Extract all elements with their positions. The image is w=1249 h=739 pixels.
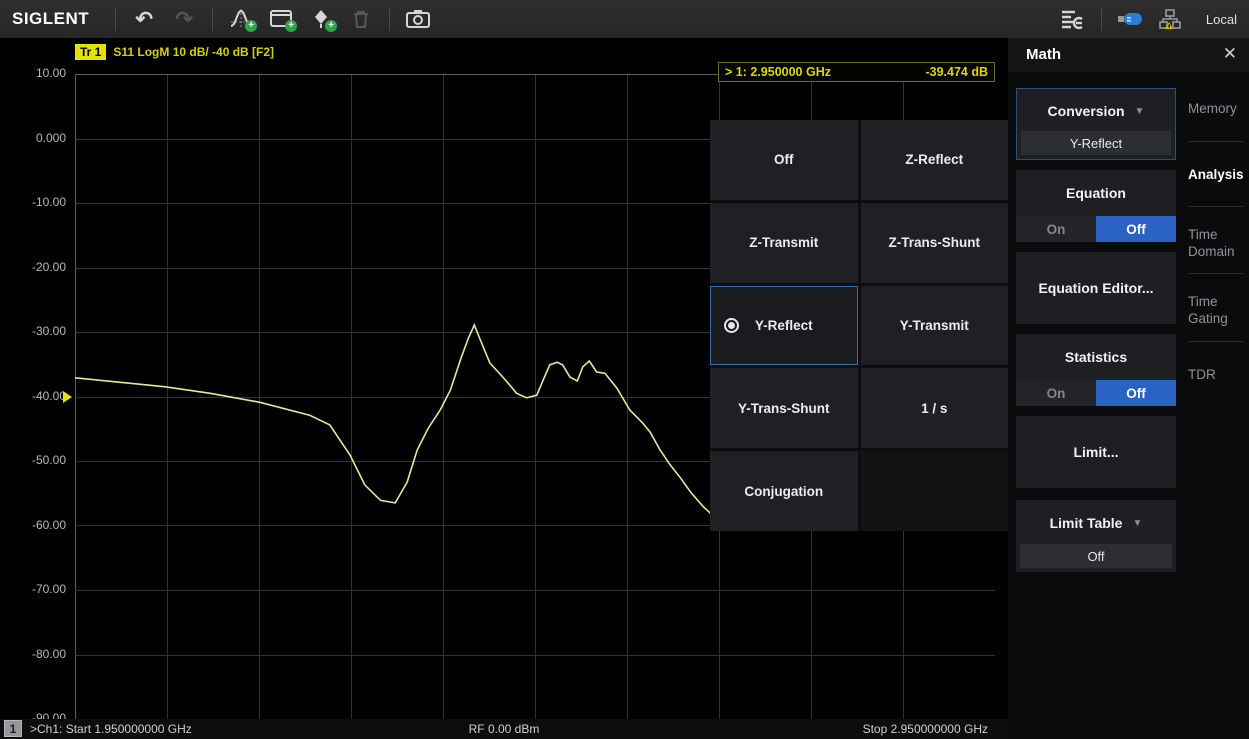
tab-divider bbox=[1188, 206, 1243, 207]
popup-option-label: Y-Transmit bbox=[900, 318, 969, 333]
toolbar-divider bbox=[115, 7, 116, 31]
sidebar-title: Math bbox=[1026, 46, 1061, 63]
tab-divider bbox=[1188, 273, 1243, 274]
popup-option-label: Z-Transmit bbox=[749, 235, 818, 250]
tab-memory[interactable]: Memory bbox=[1188, 100, 1248, 117]
marker-frequency: > 1: 2.950000 GHz bbox=[725, 65, 831, 79]
limit-button[interactable]: Limit... bbox=[1016, 416, 1176, 488]
statistics-button[interactable]: Statistics On Off bbox=[1016, 334, 1176, 406]
statistics-off-option[interactable]: Off bbox=[1096, 380, 1176, 406]
popup-option-1-s[interactable]: 1 / s bbox=[861, 368, 1009, 448]
popup-option-y-reflect[interactable]: Y-Reflect bbox=[710, 286, 858, 366]
popup-option-y-transmit[interactable]: Y-Transmit bbox=[861, 286, 1009, 366]
conversion-label: Conversion bbox=[1048, 103, 1125, 119]
toolbar-divider bbox=[1101, 7, 1102, 31]
equation-button[interactable]: Equation On Off bbox=[1016, 170, 1176, 242]
popup-option-z-trans-shunt[interactable]: Z-Trans-Shunt bbox=[861, 203, 1009, 283]
rf-power-label: RF 0.00 dBm bbox=[0, 722, 1008, 736]
chevron-down-icon: ▼ bbox=[1132, 518, 1142, 529]
popup-option-y-trans-shunt[interactable]: Y-Trans-Shunt bbox=[710, 368, 858, 448]
limit-table-label: Limit Table bbox=[1050, 515, 1123, 531]
close-icon[interactable]: ✕ bbox=[1223, 44, 1237, 64]
popup-option-label: Y-Reflect bbox=[755, 318, 813, 333]
equation-toggle[interactable]: On Off bbox=[1016, 216, 1176, 242]
popup-option-label: 1 / s bbox=[921, 401, 947, 416]
conversion-popup-menu: Off Z-Reflect Z-Transmit Z-Trans-Shunt Y-Ref… bbox=[710, 120, 1008, 531]
popup-option-label: Conjugation bbox=[744, 484, 823, 499]
y-axis-tick-label: 10.00 bbox=[4, 66, 66, 80]
limit-label: Limit... bbox=[1016, 416, 1176, 488]
add-window-icon[interactable]: + bbox=[264, 4, 298, 34]
usb-icon[interactable] bbox=[1113, 4, 1147, 34]
trace-format-label: S11 LogM 10 dB/ -40 dB [F2] bbox=[113, 45, 274, 59]
statistics-on-option[interactable]: On bbox=[1016, 380, 1096, 406]
tab-divider bbox=[1188, 141, 1243, 142]
sidebar-tabs: Memory Analysis Time Domain Time Gating TDR bbox=[1182, 72, 1249, 739]
menu-collapse-icon[interactable] bbox=[1056, 4, 1090, 34]
reference-level-marker[interactable] bbox=[63, 391, 72, 403]
toolbar-divider bbox=[389, 7, 390, 31]
popup-option-conjugation[interactable]: Conjugation bbox=[710, 451, 858, 531]
top-toolbar: SIGLENT ↶ ↷ + + + Local bbox=[0, 0, 1249, 38]
popup-option-label: Y-Trans-Shunt bbox=[738, 401, 830, 416]
statistics-toggle[interactable]: On Off bbox=[1016, 380, 1176, 406]
limit-table-button[interactable]: Limit Table ▼ Off bbox=[1016, 500, 1176, 572]
y-axis-tick-label: -40.00 bbox=[4, 389, 66, 403]
redo-icon: ↷ bbox=[167, 4, 201, 34]
popup-cell-empty bbox=[861, 451, 1009, 531]
y-axis-tick-label: -80.00 bbox=[4, 647, 66, 661]
chevron-down-icon: ▼ bbox=[1135, 106, 1145, 117]
tab-divider bbox=[1188, 341, 1243, 342]
equation-label: Equation bbox=[1016, 170, 1176, 216]
popup-option-label: Off bbox=[774, 152, 794, 167]
tab-analysis[interactable]: Analysis bbox=[1188, 166, 1248, 183]
math-sidebar: Math ✕ Conversion ▼ Y-Reflect Equation On… bbox=[1008, 38, 1249, 739]
conversion-value: Y-Reflect bbox=[1021, 131, 1171, 155]
screenshot-icon[interactable] bbox=[401, 4, 435, 34]
popup-option-label: Z-Reflect bbox=[905, 152, 963, 167]
popup-option-z-transmit[interactable]: Z-Transmit bbox=[710, 203, 858, 283]
y-axis-tick-label: -70.00 bbox=[4, 582, 66, 596]
delete-trace-icon bbox=[344, 4, 378, 34]
radio-selected-icon bbox=[724, 318, 739, 333]
y-axis-tick-label: -30.00 bbox=[4, 324, 66, 338]
siglent-logo: SIGLENT bbox=[0, 9, 107, 29]
tab-time-gating[interactable]: Time Gating bbox=[1188, 293, 1248, 327]
undo-icon[interactable]: ↶ bbox=[127, 4, 161, 34]
sidebar-header: Math ✕ bbox=[1008, 38, 1249, 72]
limit-table-value: Off bbox=[1020, 544, 1172, 568]
trace-line bbox=[75, 325, 757, 518]
popup-option-label: Z-Trans-Shunt bbox=[889, 235, 981, 250]
equation-editor-label: Equation Editor... bbox=[1016, 252, 1176, 324]
add-trace-icon[interactable]: + bbox=[224, 4, 258, 34]
add-marker-icon[interactable]: + bbox=[304, 4, 338, 34]
popup-option-off[interactable]: Off bbox=[710, 120, 858, 200]
y-axis-tick-label: 0.000 bbox=[4, 131, 66, 145]
statistics-label: Statistics bbox=[1016, 334, 1176, 380]
lan-status-icon[interactable] bbox=[1153, 4, 1187, 34]
toolbar-divider bbox=[212, 7, 213, 31]
tab-tdr[interactable]: TDR bbox=[1188, 366, 1248, 383]
equation-editor-button[interactable]: Equation Editor... bbox=[1016, 252, 1176, 324]
marker-value: -39.474 dB bbox=[925, 65, 988, 79]
stop-frequency-label: Stop 2.950000000 GHz bbox=[863, 722, 988, 736]
trace-header[interactable]: Tr 1 S11 LogM 10 dB/ -40 dB [F2] bbox=[75, 44, 274, 60]
conversion-button[interactable]: Conversion ▼ Y-Reflect bbox=[1016, 88, 1176, 160]
popup-option-z-reflect[interactable]: Z-Reflect bbox=[861, 120, 1009, 200]
marker-readout: > 1: 2.950000 GHz -39.474 dB bbox=[718, 62, 995, 82]
y-axis-tick-label: -60.00 bbox=[4, 518, 66, 532]
status-bar: >Ch1: Start 1.950000000 GHz RF 0.00 dBm … bbox=[0, 719, 1008, 739]
trace-number-badge[interactable]: Tr 1 bbox=[75, 44, 106, 60]
y-axis-tick-label: -10.00 bbox=[4, 195, 66, 209]
channel-badge[interactable]: 1 bbox=[4, 720, 22, 737]
y-axis-tick-label: -50.00 bbox=[4, 453, 66, 467]
tab-time-domain[interactable]: Time Domain bbox=[1188, 226, 1248, 260]
y-axis-tick-label: -20.00 bbox=[4, 260, 66, 274]
equation-off-option[interactable]: Off bbox=[1096, 216, 1176, 242]
local-status-label[interactable]: Local bbox=[1206, 12, 1237, 27]
equation-on-option[interactable]: On bbox=[1016, 216, 1096, 242]
